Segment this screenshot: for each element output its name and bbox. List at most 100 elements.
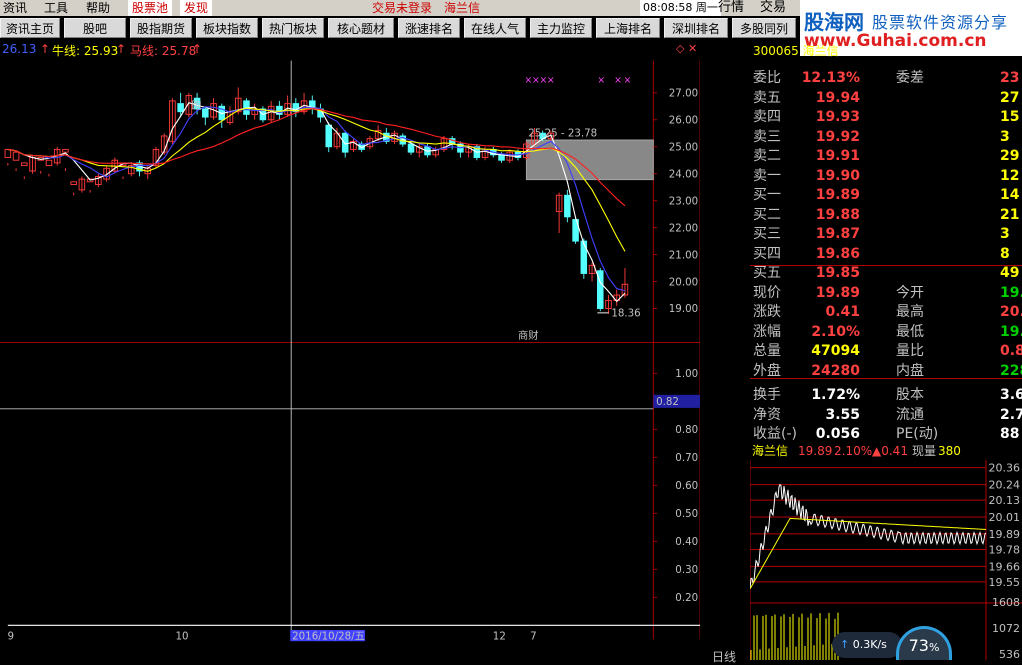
quote-value: 1.72%	[811, 387, 860, 403]
quote-value-2: 27	[1000, 89, 1020, 106]
mini-vol: 380	[938, 444, 961, 458]
toolbar-button-main-monitor[interactable]: 主力监控	[530, 18, 592, 38]
quote-label-2: 委差	[896, 70, 924, 86]
current-indicator: 0.82	[656, 396, 679, 408]
upload-arrow-icon: ↑	[840, 638, 853, 651]
toolbar-button-forum[interactable]: 股吧	[64, 18, 126, 38]
quote-label: 涨幅	[753, 323, 781, 340]
menu-item-discover[interactable]: 发现	[180, 0, 213, 16]
mini-change: ▲0.41	[872, 444, 908, 458]
toolbar-button-rise-rank[interactable]: 涨速排名	[398, 18, 460, 38]
mini-y-label: 19.78	[989, 543, 1021, 556]
quote-value: 19.92	[815, 128, 860, 145]
y-tick-label: 26.00	[669, 115, 698, 127]
toolbar-button-sh-rank[interactable]: 上海排名	[596, 18, 660, 38]
quote-value-2: 12	[1000, 167, 1020, 184]
indicator-y-label: 0.30	[675, 564, 698, 576]
signal-marker: ×	[547, 75, 555, 86]
quote-row: 卖二 19.91 29	[750, 147, 1022, 166]
candle-body	[177, 103, 184, 113]
quote-row: 买三 19.87 3	[750, 225, 1022, 244]
quote-value-2: 49	[1000, 265, 1020, 281]
mini-pct: 2.10%	[834, 444, 873, 458]
logo-slogan: 股票软件资源分享	[872, 13, 1009, 32]
quote-value: 47094	[811, 343, 860, 359]
indicator-y-label: 0.80	[675, 424, 698, 436]
candle-body	[62, 148, 69, 153]
toolbar-button-multi-stock[interactable]: 多股同列	[732, 18, 796, 38]
indicator-y-label: 0.70	[675, 452, 698, 464]
indicator-y-label: 0.40	[675, 536, 698, 548]
quote-row: 换手 1.72% 股本 3.62	[750, 386, 1022, 405]
quote-label: 卖二	[753, 148, 781, 164]
quote-row: 买五 19.85 49	[750, 264, 1022, 283]
menu-tab-trade[interactable]: 交易	[760, 0, 786, 16]
menu-item-tools[interactable]: 工具	[44, 0, 68, 16]
mini-stock-name: 海兰信	[752, 444, 789, 458]
quote-row: 委比 12.13% 委差 23	[750, 69, 1022, 88]
quote-value: 0.41	[825, 304, 860, 320]
quote-label-2: 最高	[896, 304, 924, 320]
period-label[interactable]: 日线	[712, 648, 736, 665]
indicator-panel: 1.000.900.800.700.600.500.400.300.20	[7, 368, 700, 626]
menu-item-help[interactable]: 帮助	[86, 0, 110, 16]
x-tick-label: 10	[175, 630, 188, 642]
mini-vol-label: 现量	[912, 444, 937, 458]
quote-value-2: 19.4	[1000, 323, 1022, 340]
indicator-y-label: 0.50	[675, 508, 698, 520]
quote-label: 卖三	[753, 128, 781, 145]
indicator-y-label: 0.60	[675, 480, 698, 492]
intraday-chart[interactable]: 20.36 20.24 20.13 20.01 19.89 19.78 19.66 19.55…	[750, 460, 1022, 660]
candle-body	[70, 181, 77, 185]
quote-label: 现价	[753, 284, 781, 301]
quote-value-2: 29	[1000, 148, 1020, 164]
quote-row: 卖五 19.94 27	[750, 89, 1022, 108]
quote-value-2: 23	[1000, 70, 1020, 86]
toolbar-button-popularity[interactable]: 在线人气	[464, 18, 526, 38]
candles	[4, 87, 629, 314]
indicator-y-label: 0.20	[675, 592, 698, 604]
quote-header: 300065 海兰信	[753, 44, 839, 58]
candle-body	[12, 151, 20, 161]
toolbar-button-core-topic[interactable]: 核心题材	[328, 18, 394, 38]
quote-label: 换手	[753, 387, 781, 403]
toolbar-button-sector-index[interactable]: 板块指数	[196, 18, 258, 38]
toolbar-button-futures[interactable]: 股指期货	[130, 18, 192, 38]
candle-body	[4, 148, 12, 158]
quote-value-2: 15	[1000, 109, 1020, 125]
cpu-gauge-value: 73	[908, 636, 929, 655]
toolbar-button-sz-rank[interactable]: 深圳排名	[664, 18, 728, 38]
quote-panel: 300065 海兰信 委比 12.13% 委差 23 卖五 19.94 27 卖四 19.93 1…	[750, 44, 1022, 442]
menu-tab-quote[interactable]: 行情	[718, 0, 744, 16]
quote-row: 买二 19.88 21	[750, 206, 1022, 225]
quote-value: 19.88	[815, 206, 860, 223]
mini-y-label: 20.13	[989, 494, 1021, 507]
mini-vol-label: 1608	[992, 596, 1020, 609]
menu-item-stock-pool[interactable]: 股票池	[128, 0, 173, 16]
quote-label-2: 今开	[896, 284, 924, 301]
x-tick-label: 12	[493, 630, 506, 642]
candle-body	[202, 108, 209, 118]
y-tick-label: 25.00	[669, 141, 698, 153]
pao-label: 跑	[191, 99, 201, 112]
chart-axes: 27.00 26.00 25.00 24.00 23.00 22.00 21.00 20.00…	[653, 88, 698, 315]
quote-label: 买四	[753, 245, 781, 262]
quote-value: 19.85	[815, 265, 860, 281]
menu-item-info[interactable]: 资讯	[3, 0, 27, 16]
quote-label: 卖四	[753, 109, 781, 125]
mini-y-label: 19.66	[989, 560, 1021, 573]
quote-value-2: 3.62	[1000, 387, 1022, 403]
quote-value-2: 2.74	[1000, 406, 1022, 423]
kline-chart[interactable]: 1.000.900.800.700.600.500.400.300.20 27.…	[0, 40, 700, 660]
x-tick-label: 7	[530, 630, 537, 642]
y-tick-label: 19.00	[669, 303, 698, 315]
mini-vol-label: 536	[999, 648, 1020, 660]
quote-value-2: 14	[1000, 187, 1020, 203]
quote-value-2: 19.4	[1000, 284, 1022, 301]
toolbar-button-hot-sector[interactable]: 热门板块	[262, 18, 324, 38]
toolbar-button-news-home[interactable]: 资讯主页	[0, 18, 60, 38]
quote-separator	[750, 265, 1022, 266]
stock-title: 海兰信	[444, 1, 481, 15]
quote-label-2: 股本	[896, 387, 924, 403]
quote-row: 买四 19.86 8	[750, 245, 1022, 264]
